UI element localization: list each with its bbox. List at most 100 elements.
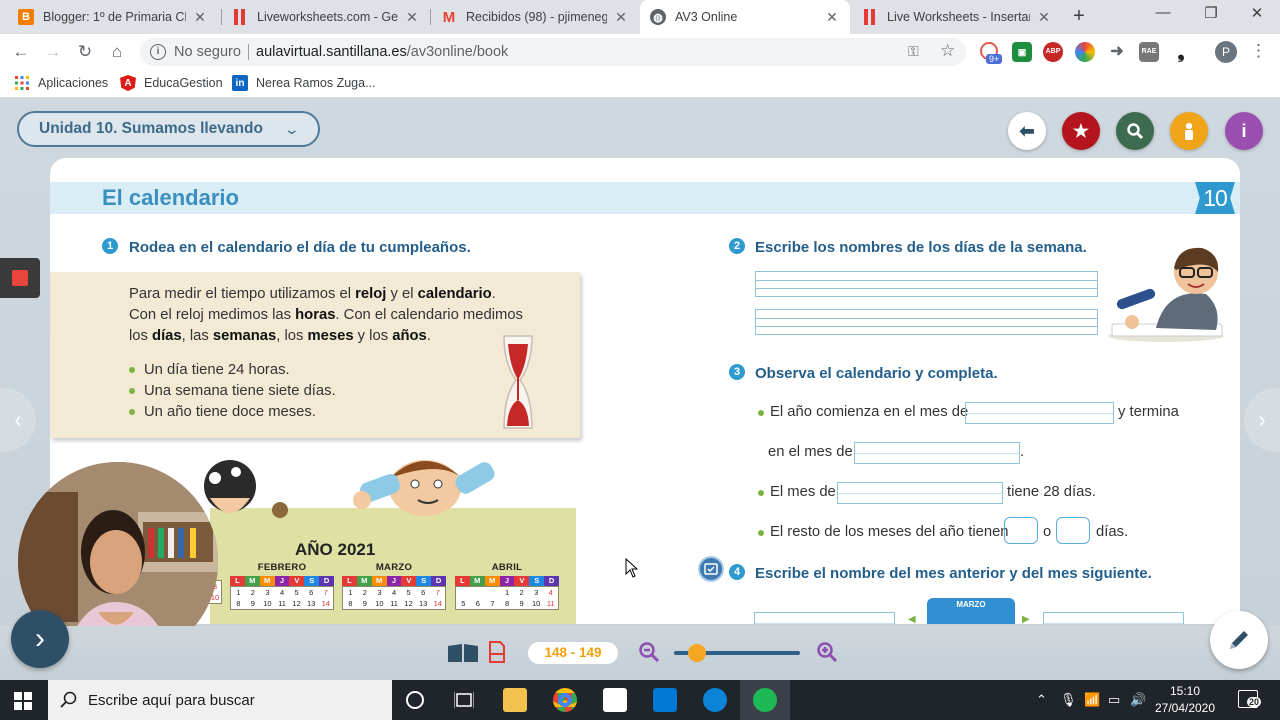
bookmark-star-icon[interactable]: ☆ [940, 41, 955, 61]
mail-icon[interactable] [653, 688, 677, 712]
maximize-button[interactable]: ❐ [1188, 4, 1234, 22]
book-pages-icon[interactable] [446, 640, 482, 664]
back-arrow-button[interactable]: ⬅ [1008, 112, 1046, 150]
search-button[interactable] [1116, 112, 1154, 150]
day-cell[interactable]: 3 [529, 587, 544, 598]
system-clock[interactable]: 15:10 27/04/2020 [1150, 683, 1220, 717]
answer-days-a[interactable] [1004, 517, 1038, 544]
chevron-up-icon[interactable]: ⌃ [1036, 692, 1047, 708]
tab-av3-online[interactable]: ◍ AV3 Online ✕ [640, 0, 850, 34]
day-cell[interactable]: 9 [246, 598, 261, 609]
address-bar[interactable]: i No seguro aulavirtual.santillana.es/av… [140, 38, 966, 66]
new-tab-button[interactable]: + [1068, 5, 1090, 27]
tab-liveworksheets-insert[interactable]: Live Worksheets - Insertar P ✕ [852, 0, 1062, 34]
windows-start-icon[interactable] [14, 692, 32, 710]
minimize-button[interactable]: — [1140, 4, 1186, 21]
answer-last-month[interactable] [854, 442, 1020, 464]
share-icon[interactable]: ➜ [1107, 42, 1127, 62]
edge-icon[interactable] [703, 688, 727, 712]
forward-button[interactable]: → [41, 40, 65, 64]
day-cell[interactable]: 10 [372, 598, 387, 609]
info-button[interactable]: i [1225, 112, 1263, 150]
battery-icon[interactable]: ▭ [1108, 692, 1120, 708]
day-cell[interactable]: 8 [343, 598, 358, 609]
bookmark-linkedin[interactable]: in Nerea Ramos Zuga... [232, 75, 376, 91]
day-cell[interactable]: 6 [416, 587, 431, 598]
answer-days-b[interactable] [1056, 517, 1090, 544]
day-cell[interactable]: 10 [529, 598, 544, 609]
google-classroom-icon[interactable]: ▣ [1012, 42, 1032, 62]
day-cell[interactable]: 6 [304, 587, 319, 598]
day-cell[interactable]: 11 [387, 598, 402, 609]
day-cell[interactable] [471, 587, 486, 598]
day-cell[interactable]: 4 [387, 587, 402, 598]
day-cell[interactable]: 7 [318, 587, 333, 598]
check-answers-button[interactable] [698, 556, 724, 582]
task-view-icon[interactable] [454, 691, 474, 709]
close-icon[interactable]: ✕ [192, 9, 208, 26]
answer-next-month[interactable] [1043, 612, 1184, 624]
day-cell[interactable] [456, 587, 471, 598]
adblock-icon[interactable]: ABP [1043, 42, 1063, 62]
info-icon[interactable]: i [150, 44, 166, 60]
day-cell[interactable]: 12 [289, 598, 304, 609]
close-icon[interactable]: ✕ [613, 9, 629, 26]
day-cell[interactable]: 2 [358, 587, 373, 598]
unit-selector[interactable]: Unidad 10. Sumamos llevando ⌄ [17, 111, 320, 147]
tab-gmail[interactable]: M Recibidos (98) - pjimenegar ✕ [431, 0, 639, 34]
day-cell[interactable]: 5 [456, 598, 471, 609]
day-cell[interactable]: 1 [343, 587, 358, 598]
key-icon[interactable]: ⚿ [908, 43, 919, 60]
close-icon[interactable]: ✕ [824, 9, 840, 26]
tab-blogger[interactable]: B Blogger: 1º de Primaria CP f ✕ [8, 0, 218, 34]
next-page-button[interactable]: › [11, 610, 69, 668]
bookmark-apps[interactable]: Aplicaciones [14, 75, 108, 91]
day-cell[interactable]: 1 [500, 587, 515, 598]
day-cell[interactable]: 9 [358, 598, 373, 609]
document-icon[interactable] [488, 640, 506, 664]
day-cell[interactable]: 7 [485, 598, 500, 609]
close-icon[interactable]: ✕ [1036, 9, 1052, 26]
day-cell[interactable]: 7 [430, 587, 445, 598]
day-cell[interactable]: 4 [543, 587, 558, 598]
home-button[interactable]: ⌂ [105, 40, 129, 64]
day-cell[interactable]: 8 [231, 598, 246, 609]
profile-avatar[interactable]: P [1215, 41, 1237, 63]
zoom-in-icon[interactable] [816, 641, 838, 663]
previous-page-button[interactable]: ‹ [0, 388, 36, 452]
day-cell[interactable]: 13 [304, 598, 319, 609]
favorites-button[interactable]: ★ [1062, 112, 1100, 150]
day-cell[interactable]: 1 [231, 587, 246, 598]
page-indicator[interactable]: 148 - 149 [528, 642, 618, 664]
user-button[interactable] [1170, 112, 1208, 150]
bookmark-educagestion[interactable]: A EducaGestion [120, 75, 223, 91]
day-cell[interactable]: 2 [514, 587, 529, 598]
close-icon[interactable]: ✕ [404, 9, 420, 26]
day-cell[interactable]: 11 [543, 598, 558, 609]
answer-first-month[interactable] [965, 402, 1114, 424]
store-icon[interactable] [603, 688, 627, 712]
url-text[interactable]: aulavirtual.santillana.es/av3online/book [256, 44, 508, 60]
day-cell[interactable]: 5 [289, 587, 304, 598]
weekday-answer-line-1[interactable] [755, 271, 1098, 297]
tab-liveworksheets[interactable]: Liveworksheets.com - Gene ✕ [222, 0, 430, 34]
record-button[interactable] [0, 258, 40, 298]
chrome-icon[interactable] [553, 688, 577, 712]
day-cell[interactable]: 3 [260, 587, 275, 598]
day-cell[interactable]: 6 [471, 598, 486, 609]
back-button[interactable]: ← [9, 40, 33, 64]
close-window-button[interactable]: ✕ [1234, 4, 1280, 22]
day-cell[interactable]: 4 [275, 587, 290, 598]
day-cell[interactable]: 14 [318, 598, 333, 609]
answer-short-month[interactable] [837, 482, 1003, 504]
day-cell[interactable]: 5 [401, 587, 416, 598]
day-cell[interactable]: 11 [275, 598, 290, 609]
day-cell[interactable]: 8 [500, 598, 515, 609]
notification-center-button[interactable]: 20 [1238, 690, 1262, 708]
quote-icon[interactable]: ❟ [1171, 42, 1191, 62]
reload-button[interactable]: ↻ [73, 40, 97, 64]
day-cell[interactable] [485, 587, 500, 598]
weekday-answer-line-2[interactable] [755, 309, 1098, 335]
cortana-icon[interactable] [406, 691, 424, 709]
day-cell[interactable]: 10 [260, 598, 275, 609]
